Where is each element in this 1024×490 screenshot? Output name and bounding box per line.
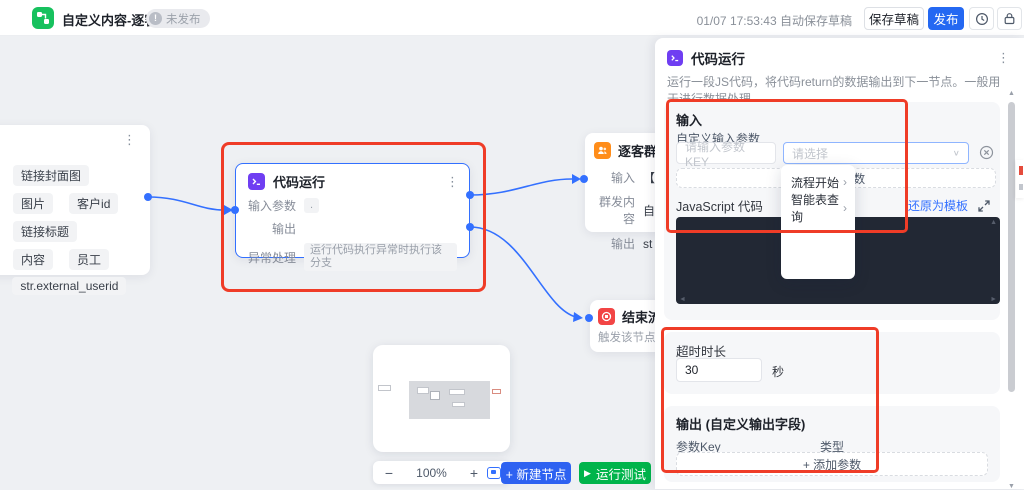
chevron-right-icon: › (843, 201, 847, 215)
row-label: 输出 (610, 237, 635, 251)
zoom-level: 100% (416, 465, 447, 480)
code-node-icon (248, 173, 265, 190)
end-flow-node-icon (598, 308, 615, 325)
field-tag: 图片 (13, 193, 54, 214)
dropdown-item-smart-table-query[interactable]: 智能表查询 › (781, 193, 855, 224)
top-bar: 自定义内容-逐客群发 ! 未发布 01/07 17:53:43 自动保存草稿 保… (0, 0, 1024, 36)
row-label: 异常处理 (248, 250, 297, 265)
field-tag: 员工 (69, 249, 110, 270)
zoom-out-button[interactable]: − (382, 465, 396, 481)
expand-icon[interactable] (978, 199, 990, 212)
chevron-right-icon: › (843, 175, 847, 189)
lock-icon (1004, 13, 1015, 25)
app-logo-icon (32, 7, 54, 29)
add-output-param-button[interactable]: + 添加参数 (676, 452, 988, 476)
field-tag: 内容 (13, 249, 54, 270)
kebab-menu-icon[interactable]: ⋮ (123, 133, 136, 146)
scroll-right-icon[interactable]: ► (990, 296, 997, 303)
save-draft-button[interactable]: 保存草稿 (864, 7, 924, 30)
row-label: 输入参数 (248, 199, 297, 213)
timeout-unit: 秒 (772, 365, 785, 379)
input-section-header: 输入 (676, 113, 703, 128)
info-circle-icon: ! (149, 12, 162, 25)
row-value-tag: . (304, 198, 320, 213)
code-node-icon (667, 50, 683, 66)
param-value-select[interactable]: 请选择 ∨ (783, 142, 969, 164)
reset-template-link[interactable]: 还原为模板 (908, 197, 968, 214)
status-badge-label: 未发布 (166, 13, 201, 26)
minimap[interactable] (373, 345, 510, 452)
new-node-button[interactable]: + 新建节点 (501, 462, 571, 484)
row-value: st (643, 236, 653, 251)
zoom-in-button[interactable]: + (467, 465, 481, 481)
remove-param-icon[interactable] (979, 145, 994, 160)
publish-button[interactable]: 发布 (928, 7, 964, 30)
select-dropdown: 流程开始 › 智能表查询 › (781, 165, 855, 279)
kebab-menu-icon[interactable]: ⋮ (446, 175, 459, 188)
scrollbar-thumb[interactable] (1008, 102, 1015, 392)
field-tag: 链接标题 (13, 221, 78, 242)
timeout-section: 超时时长 30 秒 (664, 332, 1000, 394)
row-value: 自 (643, 203, 656, 218)
panel-scrollbar[interactable]: ▲ ▼ (1007, 90, 1016, 490)
field-tag: str.external_userid (12, 277, 127, 295)
chevron-down-icon: ∨ (952, 148, 960, 158)
status-badge: ! 未发布 (146, 9, 210, 28)
row-value-tag: 运行代码执行异常时执行该分支 (304, 243, 457, 271)
kebab-menu-icon[interactable]: ⋮ (997, 51, 1010, 64)
row-label: 输入 (610, 171, 635, 185)
field-tag: 客户id (69, 193, 119, 214)
output-section-header: 输出 (自定义输出字段) (676, 417, 806, 432)
clock-icon (975, 12, 988, 25)
scroll-up-icon[interactable]: ▲ (990, 219, 997, 226)
node-config-panel: 代码运行 ⋮ 运行一段JS代码，将代码return的数据输出到下一节点。一般用于… (655, 38, 1024, 490)
row-value: 【 (643, 171, 656, 185)
panel-title: 代码运行 (691, 52, 745, 67)
param-key-placeholder: 请输入参数KEY (685, 139, 746, 169)
node-code-run[interactable]: 代码运行 ⋮ 输入参数 . 输出 异常处理 运行代码执行异常时执行该分支 (235, 163, 470, 271)
output-section: 输出 (自定义输出字段) 参数Key 类型 + 添加参数 (664, 406, 1000, 482)
zoom-toolbar: − 100% + (373, 461, 510, 484)
field-tag: 链接封面图 (13, 165, 90, 186)
node-flow-start[interactable]: ⋮ 件附件 链接封面图 接地址 图片 客户id 送指令 链接标题 接描述 内容 … (0, 125, 150, 295)
fit-view-icon[interactable] (487, 466, 501, 479)
play-icon: ▶ (584, 467, 591, 478)
run-test-label: 运行测试 (595, 467, 646, 482)
history-button[interactable] (969, 7, 994, 30)
edge-window-sliver (1016, 160, 1024, 198)
row-label: 输出 (271, 222, 296, 236)
lock-button[interactable] (997, 7, 1022, 30)
timeout-input[interactable]: 30 (676, 358, 762, 382)
row-label: 群发内容 (598, 195, 635, 226)
autosave-status: 01/07 17:53:43 自动保存草稿 (696, 14, 852, 28)
run-test-button[interactable]: ▶ 运行测试 (579, 462, 651, 484)
mass-send-node-icon (594, 142, 611, 159)
param-key-input[interactable]: 请输入参数KEY (676, 140, 776, 169)
scroll-left-icon[interactable]: ◄ (679, 296, 686, 303)
node-title: 代码运行 (273, 175, 326, 190)
select-placeholder: 请选择 (792, 146, 829, 161)
